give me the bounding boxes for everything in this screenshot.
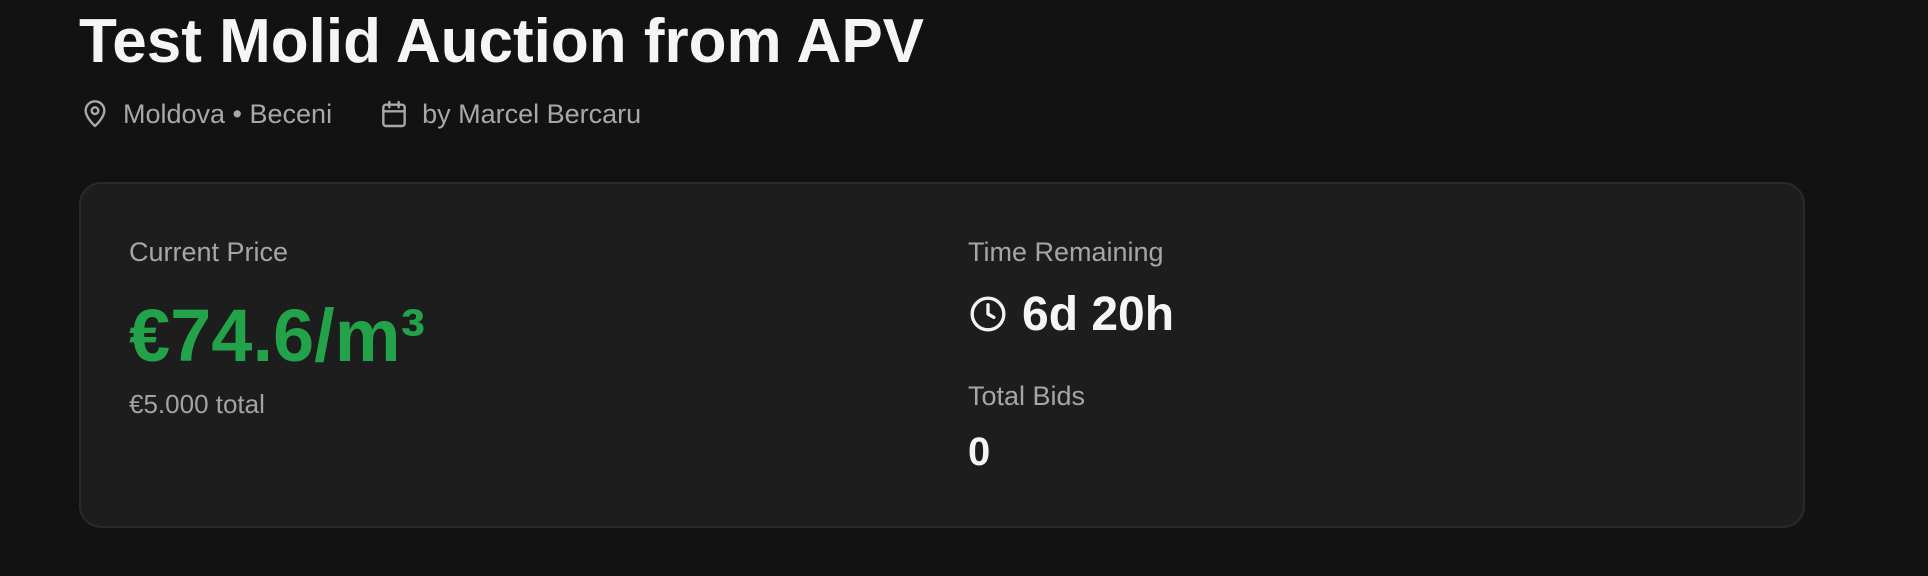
total-bids-label: Total Bids bbox=[968, 381, 1086, 411]
current-price-value: €74.6/m³ bbox=[129, 294, 426, 377]
auction-title: Test Molid Auction from APV bbox=[79, 7, 925, 76]
clock-icon bbox=[968, 294, 1008, 334]
auction-location: Moldova • Beceni bbox=[123, 98, 333, 129]
time-remaining-label: Time Remaining bbox=[968, 237, 1164, 267]
auction-detail-page: Test Molid Auction from APV Moldova • Be… bbox=[0, 0, 1928, 576]
map-pin-icon bbox=[79, 98, 111, 130]
time-remaining: 6d 20h bbox=[968, 284, 1174, 344]
calendar-icon bbox=[378, 98, 410, 130]
price-total: €5.000 total bbox=[129, 389, 265, 419]
total-bids-value: 0 bbox=[968, 430, 991, 474]
auction-meta: Moldova • Beceni by Marcel Bercaru bbox=[79, 94, 641, 134]
auction-author: by Marcel Bercaru bbox=[422, 98, 642, 129]
price-card: Current Price €74.6/m³ €5.000 total Time… bbox=[79, 182, 1805, 528]
current-price-label: Current Price bbox=[129, 237, 289, 267]
time-remaining-value: 6d 20h bbox=[1022, 287, 1175, 341]
